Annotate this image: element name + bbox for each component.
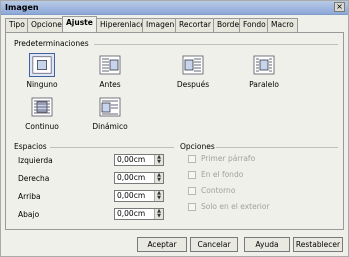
title-bar: Imagen × — [1, 1, 348, 15]
spacing-label-izquierda: Izquierda — [18, 156, 53, 165]
wrap-after-icon — [182, 55, 204, 75]
checkbox-icon — [188, 203, 196, 211]
spacing-label-arriba: Arriba — [18, 192, 41, 201]
spin-arrows-icon[interactable]: ▲ ▼ — [154, 209, 163, 219]
presets-group-title: Predeterminaciones — [14, 39, 89, 48]
option-label-solo-exterior: Solo en el exterior — [201, 202, 270, 211]
spacing-divider — [50, 147, 174, 148]
option-label-primer-parrafo: Primer párrafo — [201, 154, 256, 163]
preset-paralelo[interactable]: Paralelo — [239, 53, 289, 89]
tab-recortar[interactable]: Recortar — [175, 18, 215, 32]
presets-divider — [94, 44, 338, 45]
spacing-input-izquierda[interactable]: 0,00cm ▲ ▼ — [114, 154, 164, 166]
checkbox-icon — [188, 171, 196, 179]
cancel-button[interactable]: Cancelar — [190, 237, 238, 252]
checkbox-icon — [188, 155, 196, 163]
spin-arrows-icon[interactable]: ▲ ▼ — [154, 173, 163, 183]
preset-continuo[interactable]: Continuo — [17, 95, 67, 131]
wrap-parallel-icon — [253, 55, 275, 75]
spacing-row-derecha: Derecha 0,00cm ▲ ▼ — [12, 172, 172, 185]
spacing-value-arriba: 0,00cm — [117, 191, 146, 200]
ajuste-panel: Predeterminaciones Ninguno Antes Después… — [5, 32, 344, 230]
spacing-value-izquierda: 0,00cm — [117, 155, 146, 164]
preset-despues[interactable]: Después — [168, 53, 218, 89]
wrap-through-icon — [31, 97, 53, 117]
spacing-row-izquierda: Izquierda 0,00cm ▲ ▼ — [12, 154, 172, 167]
spacing-row-arriba: Arriba 0,00cm ▲ ▼ — [12, 190, 172, 203]
preset-label-despues: Después — [176, 80, 210, 89]
tab-ajuste[interactable]: Ajuste — [62, 16, 97, 32]
preset-label-continuo: Continuo — [25, 122, 59, 131]
spacing-input-derecha[interactable]: 0,00cm ▲ ▼ — [114, 172, 164, 184]
preset-label-dinamico: Dinámico — [92, 122, 128, 131]
tab-tipo[interactable]: Tipo — [5, 18, 29, 32]
help-button[interactable]: Ayuda — [244, 237, 290, 252]
preset-dinamico[interactable]: Dinámico — [85, 95, 135, 131]
accept-button[interactable]: Aceptar — [137, 237, 187, 252]
option-label-contorno: Contorno — [201, 186, 236, 195]
checkbox-icon — [188, 187, 196, 195]
spin-arrows-icon[interactable]: ▲ ▼ — [154, 155, 163, 165]
spacing-label-abajo: Abajo — [18, 210, 40, 219]
option-label-en-el-fondo: En el fondo — [201, 170, 244, 179]
dialog-window: Imagen × Tipo Opciones Ajuste Hiperenlac… — [0, 0, 349, 257]
close-button[interactable]: × — [334, 2, 345, 12]
preset-label-ninguno: Ninguno — [26, 80, 58, 89]
reset-button[interactable]: Restablecer — [293, 237, 343, 252]
spin-arrows-icon[interactable]: ▲ ▼ — [154, 191, 163, 201]
spacing-group-title: Espacios — [14, 142, 47, 151]
spacing-input-arriba[interactable]: 0,00cm ▲ ▼ — [114, 190, 164, 202]
window-title: Imagen — [5, 3, 39, 12]
options-divider — [216, 147, 338, 148]
preset-label-antes: Antes — [99, 80, 121, 89]
tab-hiperenlace[interactable]: Hiperenlace — [96, 18, 149, 32]
spacing-label-derecha: Derecha — [18, 174, 50, 183]
tab-imagen[interactable]: Imagen — [142, 18, 179, 32]
preset-label-paralelo: Paralelo — [249, 80, 279, 89]
preset-ninguno[interactable]: Ninguno — [17, 53, 67, 89]
tab-macro[interactable]: Macro — [267, 18, 298, 32]
preset-antes[interactable]: Antes — [85, 53, 135, 89]
options-group-title: Opciones — [180, 142, 215, 151]
spacing-row-abajo: Abajo 0,00cm ▲ ▼ — [12, 208, 172, 221]
spacing-value-abajo: 0,00cm — [117, 209, 146, 218]
tab-fondo[interactable]: Fondo — [239, 18, 270, 32]
wrap-none-icon — [29, 53, 55, 77]
wrap-optimal-icon — [99, 97, 121, 117]
spacing-input-abajo[interactable]: 0,00cm ▲ ▼ — [114, 208, 164, 220]
wrap-before-icon — [99, 55, 121, 75]
spacing-value-derecha: 0,00cm — [117, 173, 146, 182]
